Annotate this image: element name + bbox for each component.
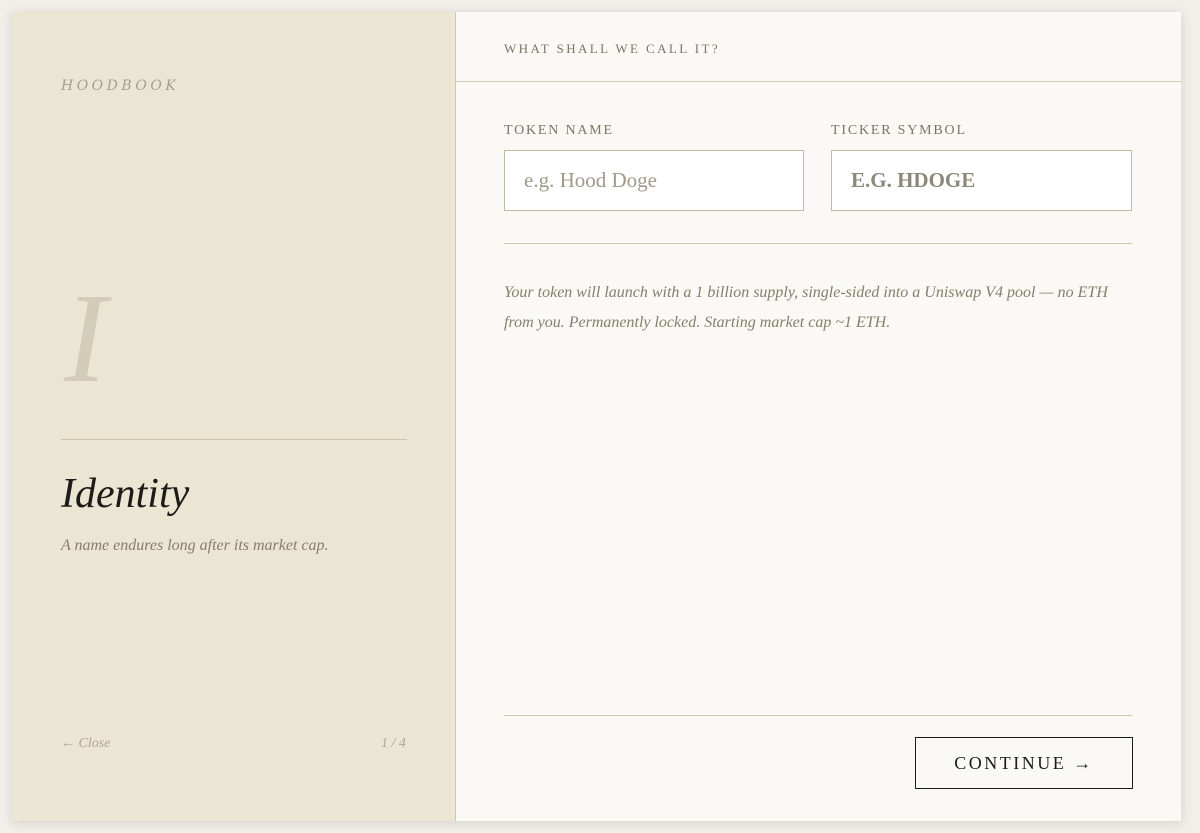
token-name-input[interactable]: [504, 150, 804, 211]
token-name-label: TOKEN NAME: [504, 123, 614, 138]
step-counter: 1 / 4: [381, 736, 406, 751]
continue-button[interactable]: CONTINUE →: [915, 737, 1133, 789]
sidebar-divider: [61, 439, 407, 440]
step-sidebar: HOODBOOK I Identity A name endures long …: [12, 12, 456, 821]
form-header-title: WHAT SHALL WE CALL IT?: [504, 41, 720, 56]
step-numeral: I: [64, 267, 107, 409]
ticker-symbol-label: TICKER SYMBOL: [831, 123, 967, 138]
launch-info-text: Your token will launch with a 1 billion …: [504, 284, 1108, 331]
brand-logo: HOODBOOK: [61, 78, 180, 94]
close-link[interactable]: ← Close: [61, 736, 110, 752]
ticker-symbol-input[interactable]: [831, 150, 1132, 211]
form-panel: WHAT SHALL WE CALL IT? TOKEN NAME TICKER…: [456, 12, 1181, 821]
form-header: WHAT SHALL WE CALL IT?: [456, 12, 1181, 82]
form-divider: [504, 243, 1132, 244]
step-subtitle: A name endures long after its market cap…: [61, 537, 329, 554]
step-title: Identity: [61, 471, 190, 517]
footer-divider: [504, 715, 1132, 716]
wizard-card: HOODBOOK I Identity A name endures long …: [12, 12, 1181, 821]
